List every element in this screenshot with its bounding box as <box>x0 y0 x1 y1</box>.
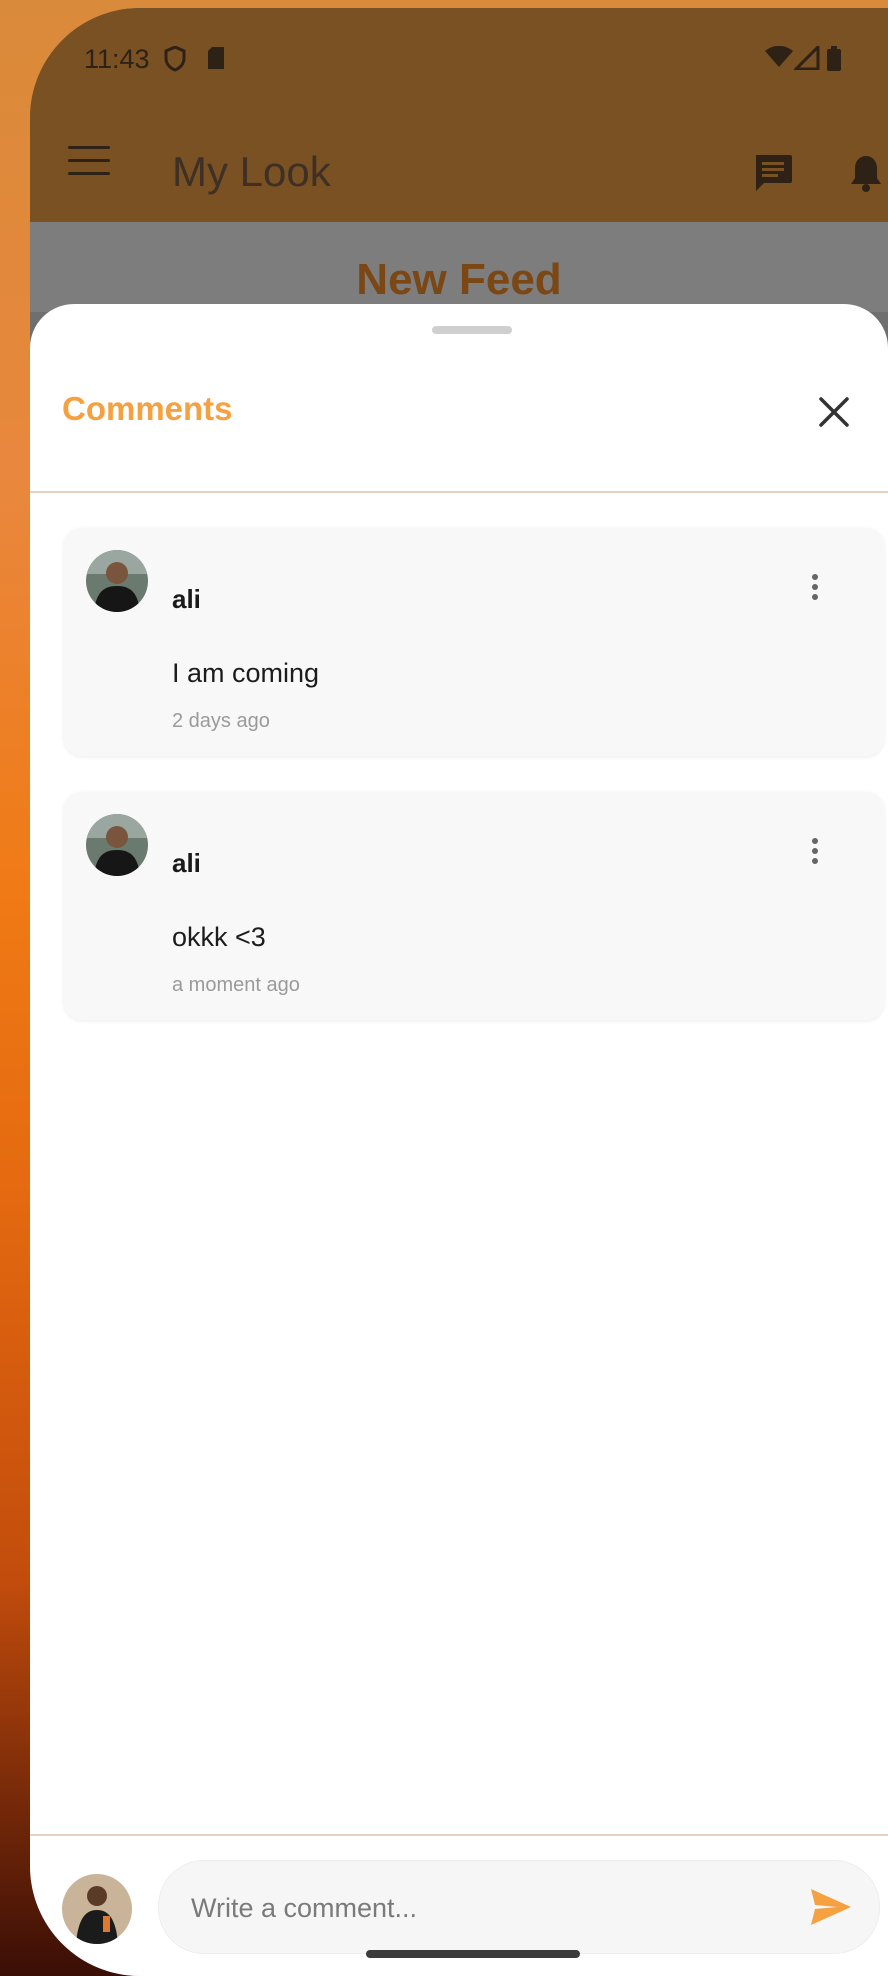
comment-time: a moment ago <box>172 974 300 996</box>
phone-screen: 11:43 My Look New Feed Comments ali I am… <box>30 8 888 1976</box>
current-user-avatar <box>62 1874 132 1944</box>
sheet-title: Comments <box>62 390 233 427</box>
bell-icon <box>851 156 881 192</box>
menu-icon <box>68 146 110 149</box>
notifications-button[interactable] <box>848 154 884 199</box>
comments-sheet: Comments ali I am coming 2 days ago ali … <box>30 304 888 1976</box>
close-button[interactable] <box>816 394 852 430</box>
drag-handle[interactable] <box>432 326 512 334</box>
battery-icon <box>826 46 842 77</box>
comment-username[interactable]: ali <box>172 584 201 615</box>
avatar[interactable] <box>86 550 148 612</box>
more-vert-icon <box>812 574 818 580</box>
menu-button[interactable] <box>68 146 110 176</box>
app-title: My Look <box>172 148 331 195</box>
comment-card: ali okkk <3 a moment ago <box>64 792 884 1020</box>
chat-icon <box>756 155 792 191</box>
status-time: 11:43 <box>84 44 150 74</box>
signal-icon <box>792 43 820 75</box>
comment-card: ali I am coming 2 days ago <box>64 528 884 756</box>
wifi-icon <box>764 45 794 73</box>
chat-button[interactable] <box>752 152 794 199</box>
more-options-button[interactable] <box>810 574 820 604</box>
send-button[interactable] <box>809 1887 853 1927</box>
close-icon <box>819 397 849 427</box>
more-vert-icon <box>812 838 818 844</box>
comment-text: okkk <3 <box>172 922 266 952</box>
feed-title: New Feed <box>356 255 562 304</box>
more-options-button[interactable] <box>810 838 820 868</box>
comment-input-container <box>158 1860 880 1954</box>
shield-icon <box>164 45 186 77</box>
home-indicator[interactable] <box>366 1950 580 1958</box>
sd-card-icon <box>206 46 226 75</box>
comment-username[interactable]: ali <box>172 848 201 879</box>
comment-text: I am coming <box>172 658 320 688</box>
avatar[interactable] <box>86 814 148 876</box>
divider <box>30 491 888 493</box>
comment-time: 2 days ago <box>172 710 270 732</box>
status-bar: 11:43 <box>30 8 888 108</box>
comment-input[interactable] <box>189 1881 753 1935</box>
send-icon <box>811 1889 851 1925</box>
divider <box>30 1834 888 1836</box>
app-bar: 11:43 My Look <box>30 8 888 222</box>
